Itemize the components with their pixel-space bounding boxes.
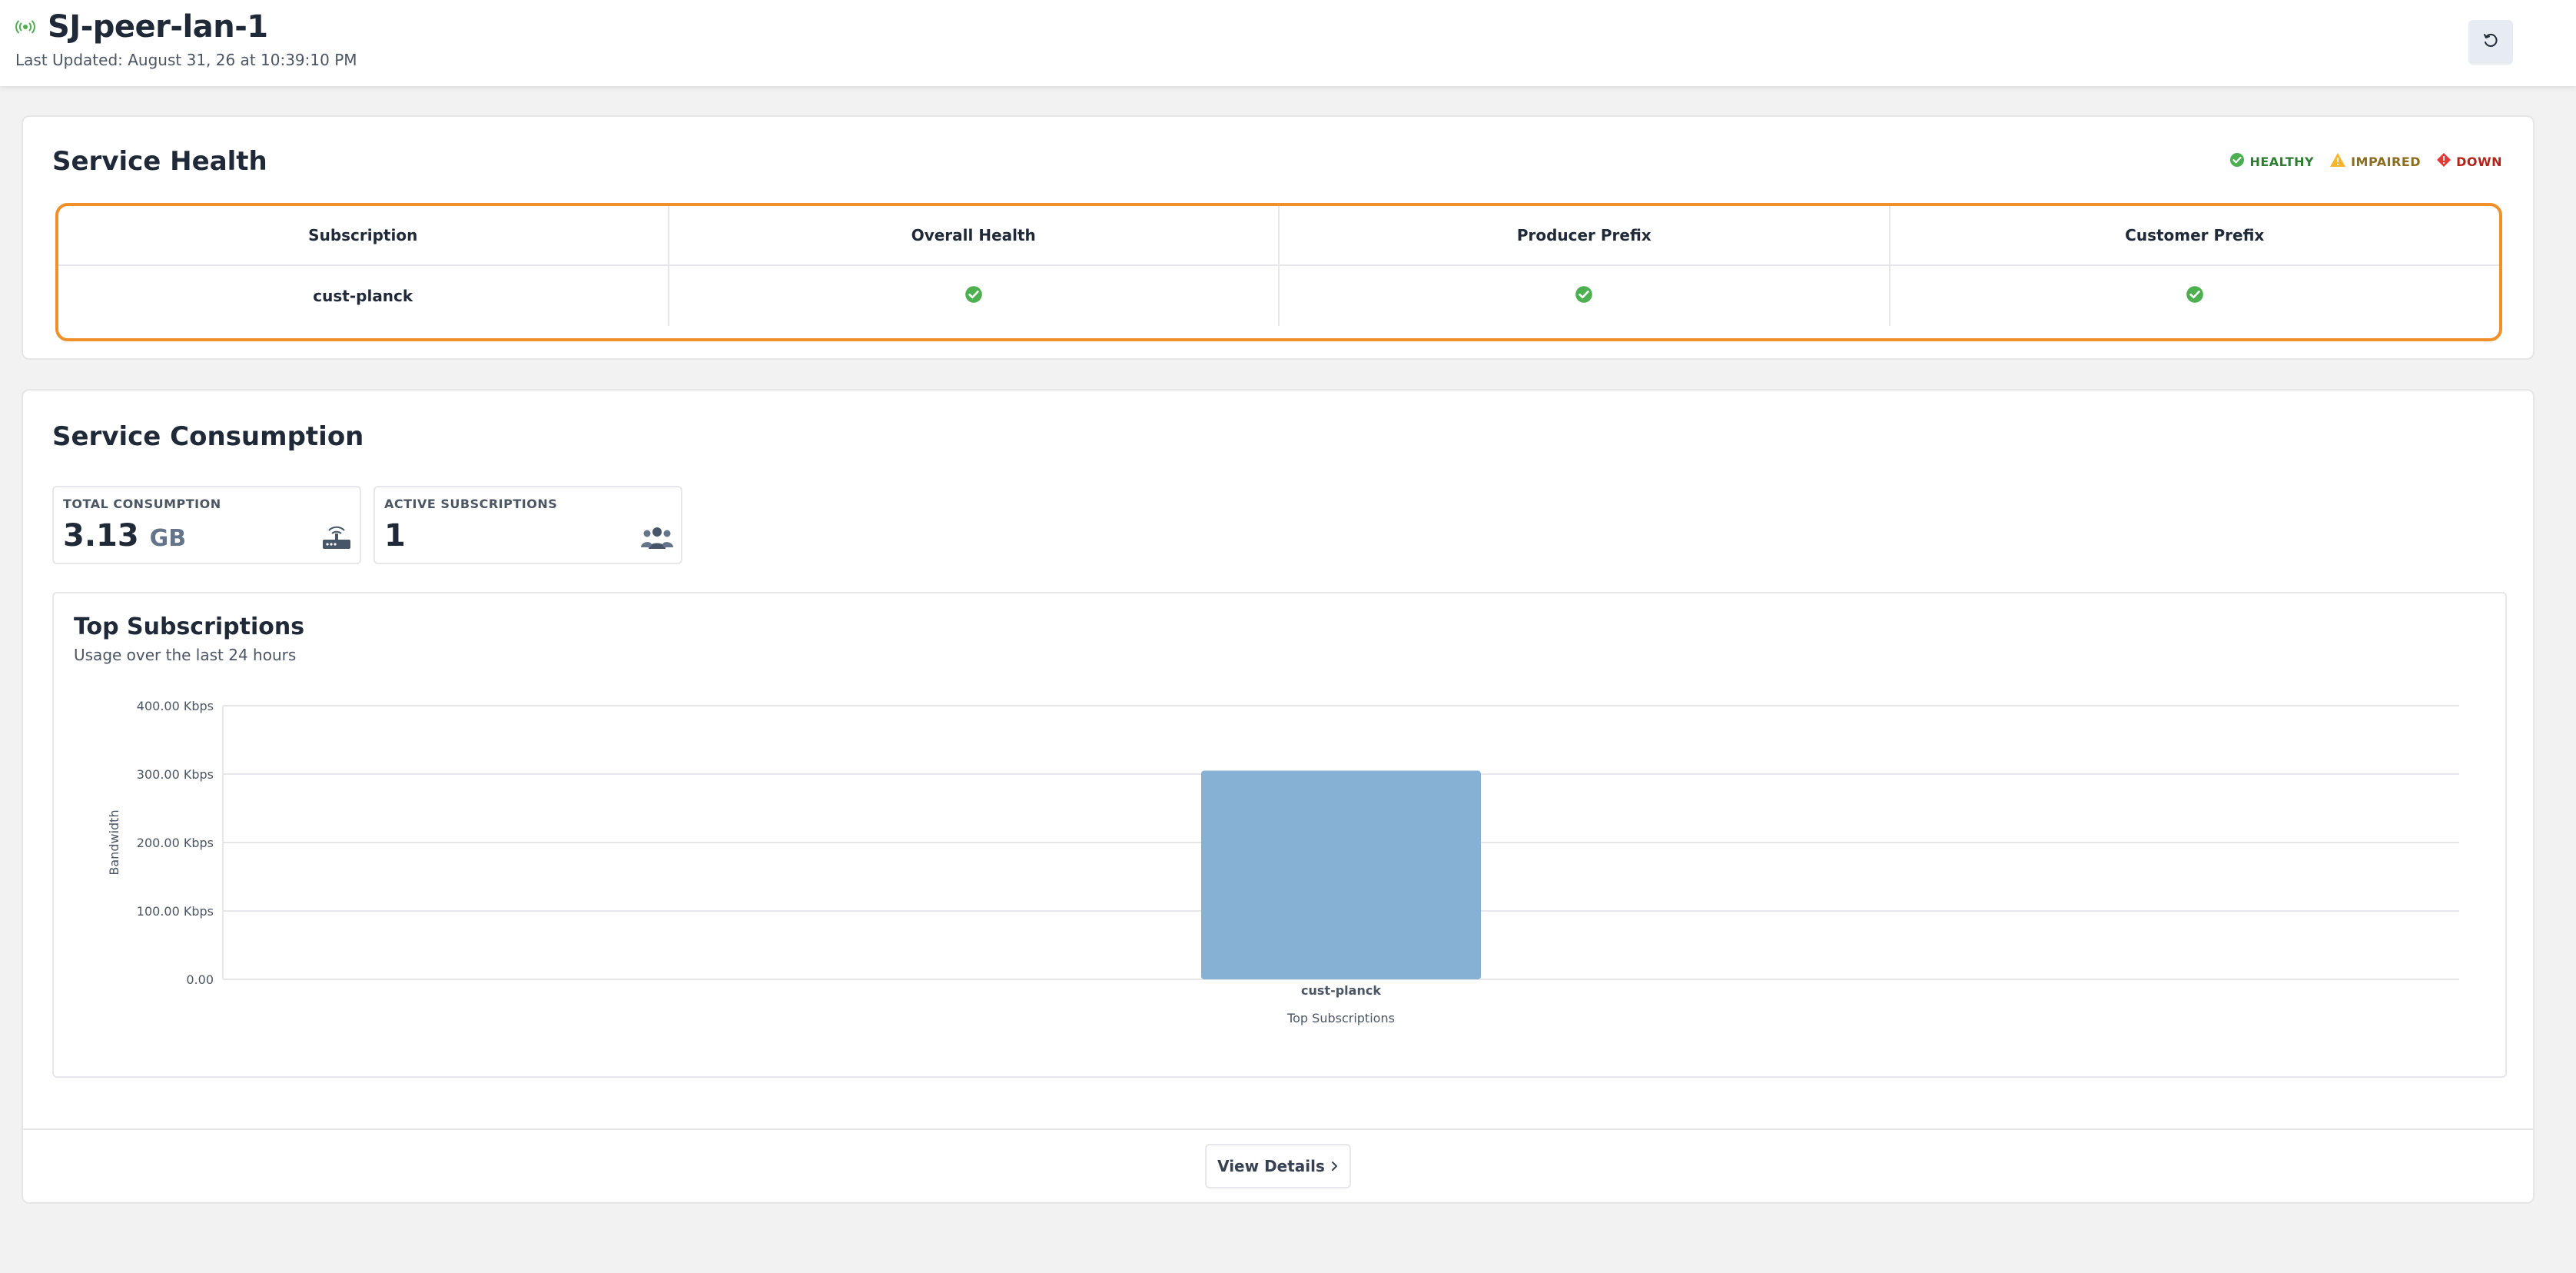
service-consumption-card: Service Consumption TOTAL CONSUMPTION 3.… (22, 389, 2535, 1204)
y-tick-label: 400.00 Kbps (137, 699, 214, 713)
active-subscriptions-value: 1 (384, 518, 406, 553)
column-header-overall-health: Overall Health (669, 206, 1280, 264)
healthy-check-icon (1575, 285, 1593, 307)
column-header-customer-prefix: Customer Prefix (2125, 226, 2265, 244)
column-header-producer-prefix: Producer Prefix (1280, 206, 1891, 264)
users-icon (641, 524, 673, 553)
health-legend: HEALTHY IMPAIRED DOWN (2229, 152, 2502, 171)
y-axis-label: Bandwidth (107, 809, 121, 875)
service-consumption-title: Service Consumption (52, 421, 364, 452)
bar-chart-svg: 0.00 100.00 Kbps 200.00 Kbps 300.00 Kbps 400… (107, 699, 2459, 1025)
refresh-button[interactable] (2468, 20, 2513, 65)
refresh-icon (2482, 32, 2499, 52)
stat-value: 1 (384, 518, 406, 553)
down-diamond-icon (2436, 152, 2452, 171)
healthy-check-icon (964, 285, 983, 307)
signal-status-icon (15, 17, 35, 37)
service-health-title: Service Health (52, 146, 267, 177)
x-axis-label: Top Subscriptions (1286, 1011, 1395, 1025)
card-footer: View Details (23, 1128, 2533, 1202)
legend-down: DOWN (2436, 152, 2502, 171)
legend-impaired: IMPAIRED (2329, 152, 2421, 171)
column-header-subscription: Subscription (58, 206, 669, 264)
total-consumption-value: 3.13 (63, 518, 139, 553)
subscription-name[interactable]: cust-planck (58, 266, 669, 326)
y-tick-label: 0.00 (186, 972, 214, 987)
y-tick-label: 300.00 Kbps (137, 767, 214, 782)
healthy-check-icon (2229, 152, 2245, 171)
view-details-label: View Details (1217, 1157, 1325, 1175)
overall-health-status (669, 266, 1280, 326)
y-tick-label: 200.00 Kbps (137, 836, 214, 850)
service-health-table: Subscription Overall Health Producer Pre… (55, 203, 2502, 341)
page-header: SJ-peer-lan-1 Last Updated: August 31, 2… (0, 0, 2576, 86)
service-health-card: Service Health HEALTHY IMPAIRED DOWN Sub… (22, 115, 2535, 360)
active-subscriptions-stat: ACTIVE SUBSCRIPTIONS 1 (373, 486, 682, 564)
top-subscriptions-chart: Top Subscriptions Usage over the last 24… (52, 592, 2507, 1078)
title-row: SJ-peer-lan-1 (15, 8, 268, 46)
stat-value: 3.13 GB (63, 518, 186, 553)
table-header-row: Subscription Overall Health Producer Pre… (58, 206, 2499, 266)
table-row[interactable]: cust-planck (58, 266, 2499, 326)
view-details-button[interactable]: View Details (1205, 1144, 1351, 1188)
legend-down-label: DOWN (2456, 154, 2502, 169)
total-consumption-unit: GB (149, 525, 187, 552)
bar (1201, 770, 1481, 979)
x-tick-label: cust-planck (1301, 983, 1381, 998)
page-title: SJ-peer-lan-1 (48, 9, 268, 45)
total-consumption-stat: TOTAL CONSUMPTION 3.13 GB (52, 486, 361, 564)
chevron-right-icon (1331, 1157, 1339, 1175)
producer-prefix-status (1280, 266, 1891, 326)
stat-label: TOTAL CONSUMPTION (63, 497, 221, 511)
legend-impaired-label: IMPAIRED (2351, 154, 2422, 169)
warning-triangle-icon (2329, 152, 2346, 171)
router-icon (321, 524, 352, 553)
legend-healthy: HEALTHY (2229, 152, 2314, 171)
last-updated-text: Last Updated: August 31, 26 at 10:39:10 … (15, 51, 357, 69)
y-tick-label: 100.00 Kbps (137, 904, 214, 919)
customer-prefix-status (1891, 266, 2500, 326)
stat-label: ACTIVE SUBSCRIPTIONS (384, 497, 558, 511)
healthy-check-icon (2186, 285, 2204, 307)
legend-healthy-label: HEALTHY (2249, 154, 2315, 169)
